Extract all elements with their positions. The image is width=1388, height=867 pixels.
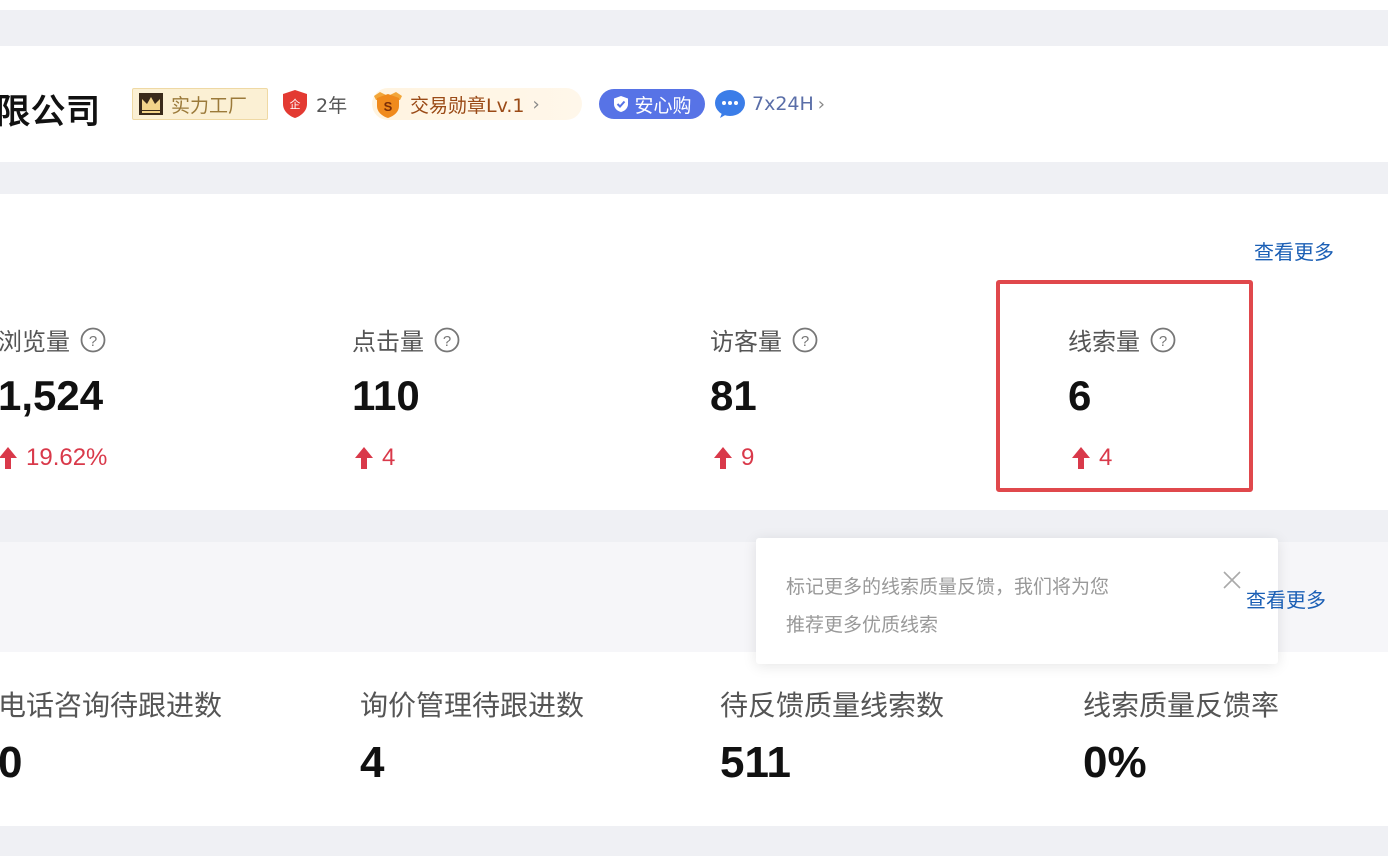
stat-label-text: 点击量 xyxy=(352,328,424,356)
stat-value-views: 1,524 xyxy=(0,372,104,419)
lead-value-pending-feedback: 511 xyxy=(720,738,791,787)
lead-label-pending-feedback: 待反馈质量线索数 xyxy=(720,689,945,722)
stat-label-visitors: 访客量 ? xyxy=(710,322,818,357)
chat-icon xyxy=(715,90,745,118)
tooltip-line-1: 标记更多的线索质量反馈，我们将为您 xyxy=(786,576,1110,598)
chevron-right-icon: › xyxy=(532,93,540,115)
svg-text:?: ? xyxy=(1159,333,1167,350)
lead-label-feedback-rate: 线索质量反馈率 xyxy=(1083,689,1280,722)
check-icon xyxy=(614,96,629,112)
trade-medal-label: 交易勋章Lv.1 xyxy=(410,94,525,117)
stats-see-more-link[interactable]: 查看更多 xyxy=(1254,236,1334,265)
tooltip-line-2: 推荐更多优质线索 xyxy=(786,614,939,636)
lead-value-feedback-rate: 0% xyxy=(1083,738,1147,787)
arrow-up-icon xyxy=(714,447,732,469)
stat-change-leads: 4 xyxy=(1071,444,1112,472)
leads-highlight-box xyxy=(996,280,1253,492)
chevron-right-icon: › xyxy=(817,93,825,115)
stat-label-text: 线索量 xyxy=(1068,328,1140,356)
lead-value-phone: 0 xyxy=(0,738,23,787)
years-badge-label: 2年 xyxy=(316,94,348,117)
svg-text:企: 企 xyxy=(290,97,301,111)
shield-icon: 企 xyxy=(283,90,307,118)
stat-change-clicks: 4 xyxy=(354,444,395,472)
service-label: 7x24H xyxy=(752,93,814,115)
stat-change-visitors: 9 xyxy=(713,444,754,472)
anxin-badge[interactable]: 安心购 xyxy=(599,89,705,119)
service-badge[interactable]: 7x24H › xyxy=(714,88,825,120)
tooltip-text: 标记更多的线索质量反馈，我们将为您 推荐更多优质线索 xyxy=(786,568,1206,644)
leads-followup-body xyxy=(0,652,1388,826)
company-name: 限公司 xyxy=(0,92,101,132)
close-icon[interactable] xyxy=(1222,570,1242,590)
leads-see-more-link[interactable]: 查看更多 xyxy=(1246,584,1326,613)
stat-change-text: 19.62% xyxy=(26,444,108,471)
stat-change-text: 4 xyxy=(382,444,396,471)
stat-change-text: 4 xyxy=(1099,444,1113,471)
arrow-up-icon xyxy=(1072,447,1090,469)
factory-badge[interactable]: 实力工厂 xyxy=(132,88,268,120)
crown-icon xyxy=(139,93,163,115)
svg-text:?: ? xyxy=(89,333,97,350)
medal-icon: S xyxy=(374,92,402,118)
stat-label-views: 浏览量 ? xyxy=(0,322,106,357)
years-badge: 企 2年 xyxy=(282,88,347,120)
help-icon[interactable]: ? xyxy=(792,327,818,353)
bottom-strip xyxy=(0,856,1388,867)
arrow-up-icon xyxy=(355,447,373,469)
anxin-label: 安心购 xyxy=(634,94,692,117)
help-icon[interactable]: ? xyxy=(80,327,106,353)
top-strip xyxy=(0,0,1388,10)
svg-text:S: S xyxy=(384,99,393,114)
lead-label-phone: 电话咨询待跟进数 xyxy=(0,689,223,722)
stat-value-clicks: 110 xyxy=(352,372,420,419)
help-icon[interactable]: ? xyxy=(434,327,460,353)
stat-label-clicks: 点击量 ? xyxy=(352,322,460,357)
svg-text:?: ? xyxy=(443,333,451,350)
stat-label-text: 访客量 xyxy=(710,328,782,356)
trade-medal-badge[interactable]: S 交易勋章Lv.1 › xyxy=(372,88,582,120)
stat-change-views: 19.62% xyxy=(0,444,107,472)
factory-badge-label: 实力工厂 xyxy=(171,94,248,117)
stat-value-leads: 6 xyxy=(1068,372,1092,419)
arrow-up-icon xyxy=(0,447,17,469)
stat-change-text: 9 xyxy=(741,444,755,471)
help-icon[interactable]: ? xyxy=(1150,327,1176,353)
stat-label-text: 浏览量 xyxy=(0,328,70,356)
stat-value-visitors: 81 xyxy=(710,372,757,419)
lead-label-inquiry: 询价管理待跟进数 xyxy=(360,689,585,722)
feedback-tooltip: 标记更多的线索质量反馈，我们将为您 推荐更多优质线索 xyxy=(756,538,1278,664)
stat-label-leads: 线索量 ? xyxy=(1068,322,1176,357)
svg-text:?: ? xyxy=(801,333,809,350)
lead-value-inquiry: 4 xyxy=(360,738,385,787)
